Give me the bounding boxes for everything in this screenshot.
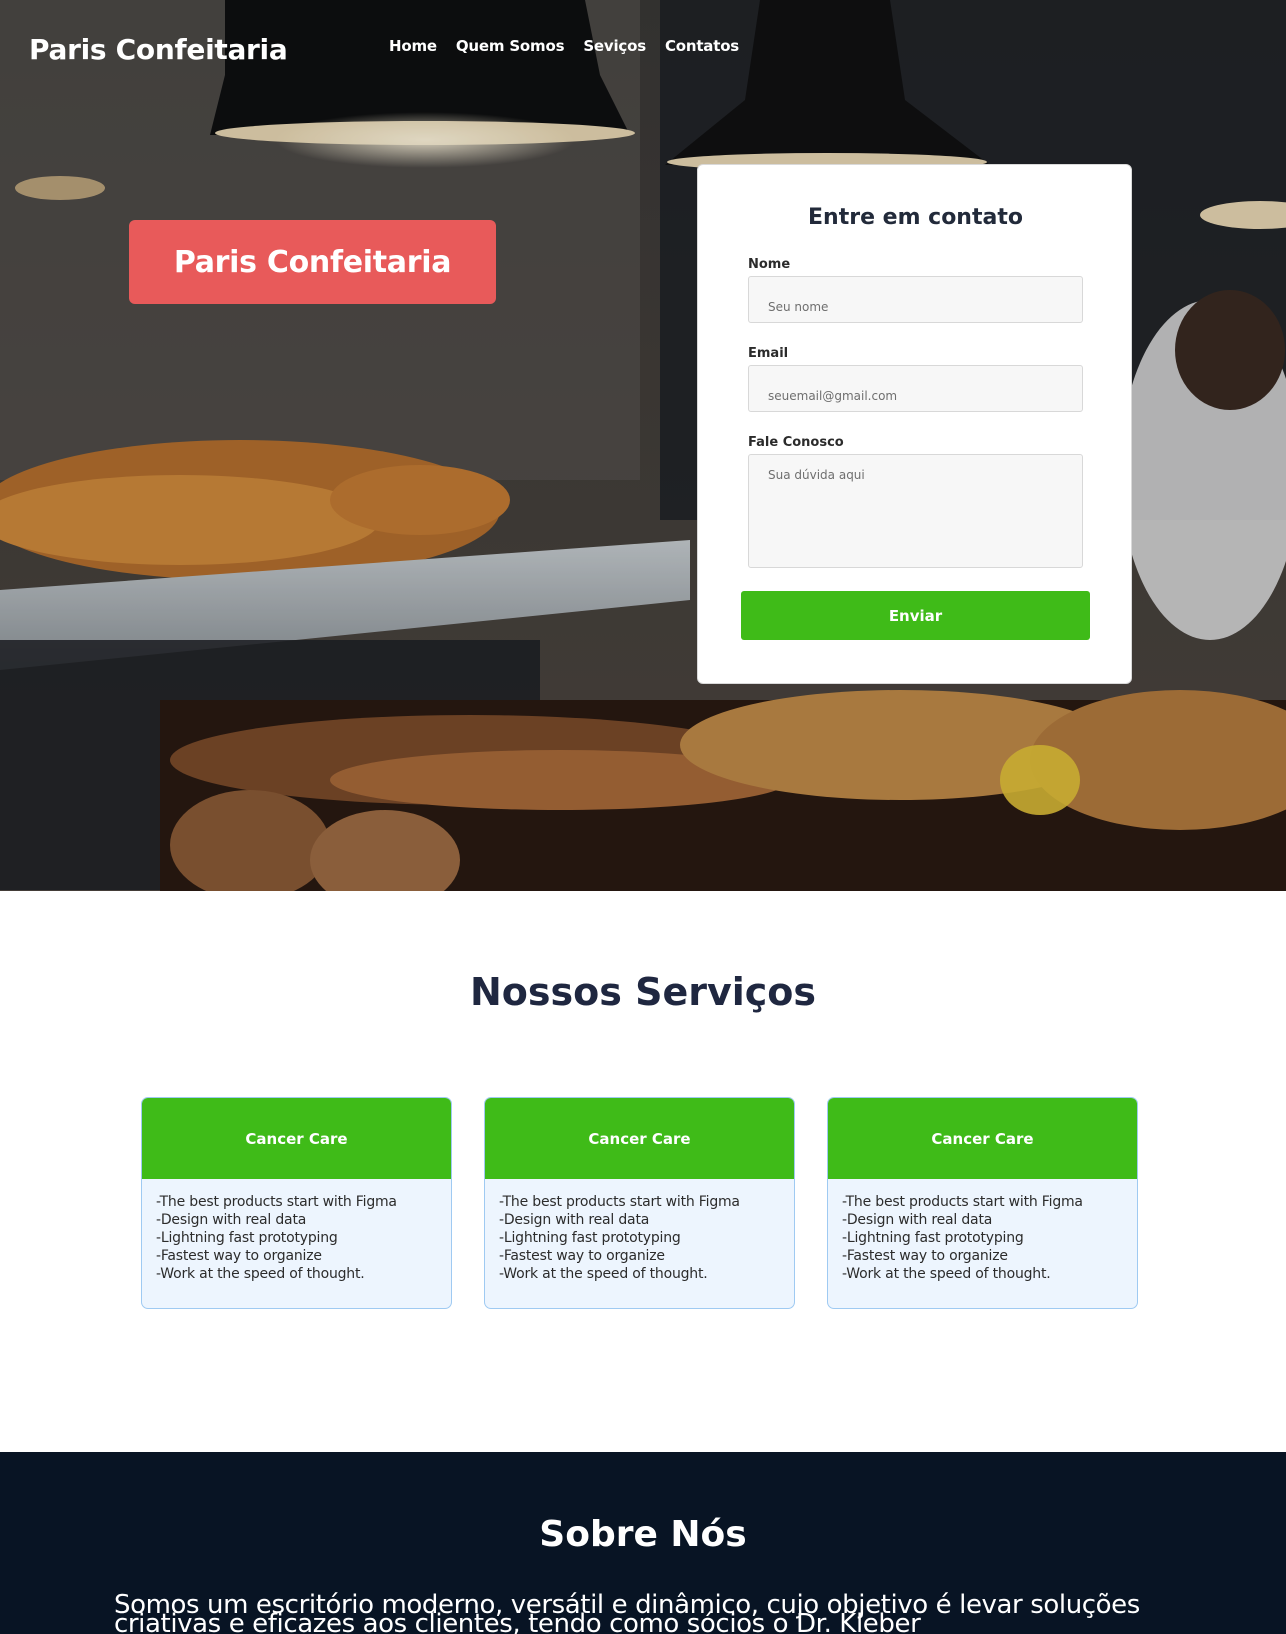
- service-card-line: -The best products start with Figma: [156, 1194, 397, 1210]
- contact-form: Entre em contato Nome Seu nome Email seu…: [697, 164, 1132, 684]
- service-card-line: -Design with real data: [842, 1212, 993, 1228]
- site-logo[interactable]: Paris Confeitaria: [29, 33, 288, 66]
- service-card-line: -The best products start with Figma: [499, 1194, 740, 1210]
- about-title: Sobre Nós: [539, 1514, 747, 1555]
- message-textarea[interactable]: Sua dúvida aqui: [748, 454, 1083, 568]
- service-card: Cancer Care -The best products start wit…: [827, 1097, 1138, 1309]
- service-card-line: -Design with real data: [156, 1212, 307, 1228]
- service-card-line: -Work at the speed of thought.: [842, 1266, 1051, 1282]
- nav-link-quem-somos[interactable]: Quem Somos: [456, 37, 565, 55]
- about-section: Sobre Nós Somos um escritório moderno, v…: [0, 1452, 1286, 1634]
- main-nav: Home Quem Somos Seviços Contatos: [389, 37, 739, 55]
- service-card-line: -Lightning fast prototyping: [842, 1230, 1024, 1246]
- services-title: Nossos Serviços: [469, 970, 817, 1014]
- service-card-line: -Design with real data: [499, 1212, 650, 1228]
- service-card-body: -The best products start with Figma -Des…: [142, 1179, 451, 1283]
- service-card-line: -Fastest way to organize: [842, 1248, 1008, 1264]
- email-label: Email: [748, 346, 789, 361]
- service-card-line: -Work at the speed of thought.: [499, 1266, 708, 1282]
- nav-link-contatos[interactable]: Contatos: [665, 37, 739, 55]
- hero-section: Paris Confeitaria Home Quem Somos Seviço…: [0, 0, 1286, 891]
- service-card-line: -Fastest way to organize: [156, 1248, 322, 1264]
- submit-button[interactable]: Enviar: [741, 591, 1090, 640]
- service-card-line: -Lightning fast prototyping: [499, 1230, 681, 1246]
- name-label: Nome: [748, 257, 791, 272]
- name-input[interactable]: Seu nome: [748, 276, 1083, 323]
- service-card-title: Cancer Care: [142, 1098, 451, 1179]
- service-card-body: -The best products start with Figma -Des…: [828, 1179, 1137, 1283]
- about-text: Somos um escritório moderno, versátil e …: [114, 1590, 1140, 1634]
- service-card-line: -The best products start with Figma: [842, 1194, 1083, 1210]
- contact-form-title: Entre em contato: [808, 205, 1023, 230]
- email-input[interactable]: seuemail@gmail.com: [748, 365, 1083, 412]
- nav-link-home[interactable]: Home: [389, 37, 437, 55]
- service-card-title: Cancer Care: [485, 1098, 794, 1179]
- service-card-title: Cancer Care: [828, 1098, 1137, 1179]
- service-card-line: -Fastest way to organize: [499, 1248, 665, 1264]
- service-card: Cancer Care -The best products start wit…: [141, 1097, 452, 1309]
- service-card-line: -Work at the speed of thought.: [156, 1266, 365, 1282]
- nav-link-servicos[interactable]: Seviços: [583, 37, 646, 55]
- service-card: Cancer Care -The best products start wit…: [484, 1097, 795, 1309]
- service-card-body: -The best products start with Figma -Des…: [485, 1179, 794, 1283]
- service-card-line: -Lightning fast prototyping: [156, 1230, 338, 1246]
- hero-badge: Paris Confeitaria: [129, 220, 496, 304]
- message-label: Fale Conosco: [748, 435, 844, 450]
